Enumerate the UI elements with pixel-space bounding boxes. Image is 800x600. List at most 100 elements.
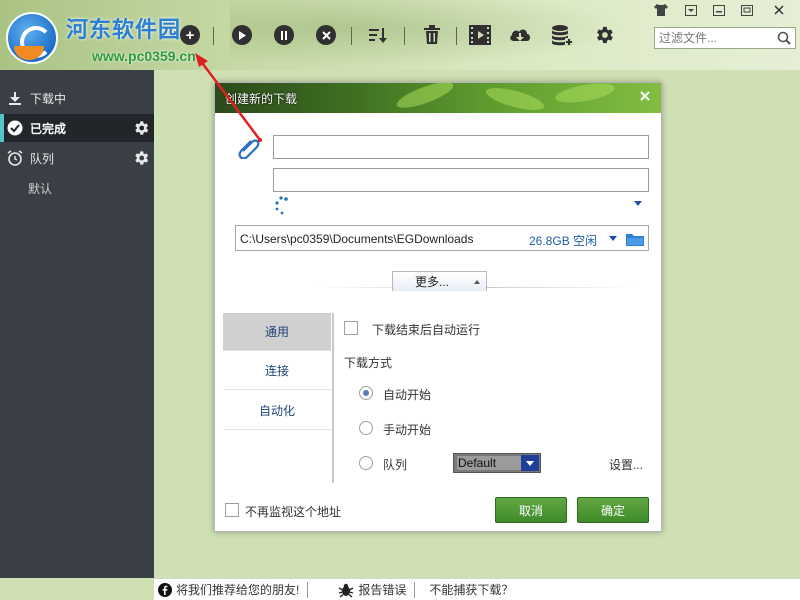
minimize-icon	[713, 4, 725, 16]
queue-select[interactable]: Default	[453, 453, 541, 473]
more-options-label: 更多...	[415, 275, 450, 289]
menu-icon	[685, 4, 697, 16]
sidebar-item-label: 下载中	[30, 91, 67, 106]
mode-manual-label: 手动开始	[383, 423, 432, 437]
dialog-close-button[interactable]	[637, 88, 653, 104]
settings-button[interactable]	[592, 23, 616, 47]
mode-auto-radio[interactable]	[359, 386, 373, 400]
loading-spinner-icon	[273, 195, 295, 220]
mode-queue-label: 队列	[383, 458, 408, 472]
pause-button[interactable]	[272, 23, 296, 47]
mode-auto-label: 自动开始	[383, 388, 432, 402]
sidebar-item-queue[interactable]: 队列	[0, 144, 154, 172]
add-download-button[interactable]: +	[178, 23, 202, 47]
toolbar-separator	[351, 27, 352, 45]
no-monitor-label: 不再监视这个地址	[245, 505, 342, 519]
check-circle-icon	[4, 120, 26, 136]
stop-button[interactable]	[314, 23, 338, 47]
trash-icon	[424, 25, 440, 44]
recommend-link[interactable]: 将我们推荐给您的朋友!	[154, 581, 309, 598]
mode-manual-radio[interactable]	[359, 421, 373, 435]
toolbar-separator	[404, 27, 405, 45]
completed-settings-icon[interactable]	[132, 119, 150, 140]
download-mode-label: 下载方式	[344, 356, 393, 370]
film-icon	[469, 25, 491, 45]
sidebar-sub-item-default[interactable]: 默认	[28, 180, 52, 197]
gear-icon	[597, 26, 613, 44]
cancel-button[interactable]: 取消	[495, 497, 567, 523]
settings-link[interactable]: 设置...	[609, 456, 643, 473]
run-after-checkbox[interactable]	[344, 321, 358, 335]
settings-tabs: 通用 连接 自动化	[223, 313, 333, 483]
tab-connection[interactable]: 连接	[223, 352, 331, 390]
maximize-icon	[741, 4, 753, 16]
mode-queue-radio[interactable]	[359, 456, 373, 470]
cloud-download-icon	[510, 29, 530, 41]
toolbar: 河东软件园 www.pc0359.cn +	[0, 0, 800, 70]
watermark-url: www.pc0359.cn	[92, 48, 196, 64]
no-monitor-checkbox[interactable]	[225, 503, 239, 517]
chevron-up-icon	[474, 280, 480, 284]
new-download-dialog: 创建新的下载 C:\Users\pc0359\Documents\EGDownl…	[214, 77, 662, 532]
sidebar: 下载中 已完成 队列 默认	[0, 70, 154, 578]
database-button[interactable]	[550, 23, 574, 47]
chevron-down-icon	[521, 455, 539, 471]
sort-icon	[369, 28, 387, 43]
sidebar-item-downloading[interactable]: 下载中	[0, 84, 154, 112]
queue-settings-icon[interactable]	[132, 149, 150, 170]
folder-icon[interactable]	[626, 232, 644, 249]
close-window-button[interactable]	[768, 2, 790, 18]
ok-button[interactable]: 确定	[577, 497, 649, 523]
facebook-icon	[158, 582, 172, 597]
skin-button[interactable]	[650, 2, 672, 18]
plus-icon: +	[180, 25, 200, 45]
sort-button[interactable]	[366, 23, 390, 47]
paperclip-icon	[237, 133, 263, 162]
status-bar: 将我们推荐给您的朋友! 报告错误 不能捕获下载？	[154, 578, 800, 600]
free-space-text: 26.8GB 空闲	[529, 234, 598, 248]
pause-icon	[274, 25, 294, 45]
minimize-button[interactable]	[708, 2, 730, 18]
header-leaf-decoration	[394, 77, 456, 113]
filter-box	[654, 27, 796, 49]
sidebar-item-completed[interactable]: 已完成	[0, 114, 154, 142]
cant-capture-link[interactable]: 不能捕获下载？	[415, 582, 521, 598]
report-label: 报告错误	[358, 583, 407, 597]
delete-button[interactable]	[420, 23, 444, 47]
database-icon	[552, 25, 573, 46]
close-icon	[640, 91, 650, 101]
dialog-title: 创建新的下载	[225, 92, 298, 106]
queue-select-value: Default	[457, 456, 523, 470]
file-name-input[interactable]	[273, 168, 649, 192]
run-after-label: 下载结束后自动运行	[372, 323, 481, 337]
alarm-clock-icon	[0, 150, 30, 166]
sidebar-item-label: 队列	[30, 151, 55, 166]
tab-general[interactable]: 通用	[223, 313, 331, 351]
bug-icon	[338, 582, 354, 598]
url-input[interactable]	[273, 135, 649, 159]
cloud-download-button[interactable]	[508, 23, 532, 47]
path-dropdown-arrow-icon[interactable]	[609, 236, 617, 241]
header-leaf-decoration	[554, 79, 616, 107]
header-leaf-decoration	[483, 83, 547, 115]
close-icon	[774, 5, 784, 15]
more-options-button[interactable]: 更多...	[392, 271, 487, 291]
name-dropdown-arrow-icon[interactable]	[634, 201, 642, 206]
report-bug-link[interactable]: 报告错误	[308, 581, 416, 598]
tabs-divider	[332, 313, 334, 483]
dialog-header: 创建新的下载	[215, 77, 661, 115]
save-path-box[interactable]: C:\Users\pc0359\Documents\EGDownloads 26…	[235, 225, 649, 251]
watermark-brand: 河东软件园	[66, 17, 182, 42]
skin-icon	[654, 4, 668, 16]
menu-button[interactable]	[680, 2, 702, 18]
recommend-label: 将我们推荐给您的朋友!	[176, 583, 300, 597]
video-button[interactable]	[468, 23, 492, 47]
maximize-button[interactable]	[736, 2, 758, 18]
search-icon[interactable]	[777, 31, 791, 45]
cant-capture-label: 不能捕获下载？	[429, 583, 514, 597]
stop-icon	[316, 25, 336, 45]
download-icon	[0, 91, 30, 105]
tab-automation[interactable]: 自动化	[223, 392, 331, 430]
start-button[interactable]	[230, 23, 254, 47]
filter-input[interactable]	[655, 28, 773, 48]
